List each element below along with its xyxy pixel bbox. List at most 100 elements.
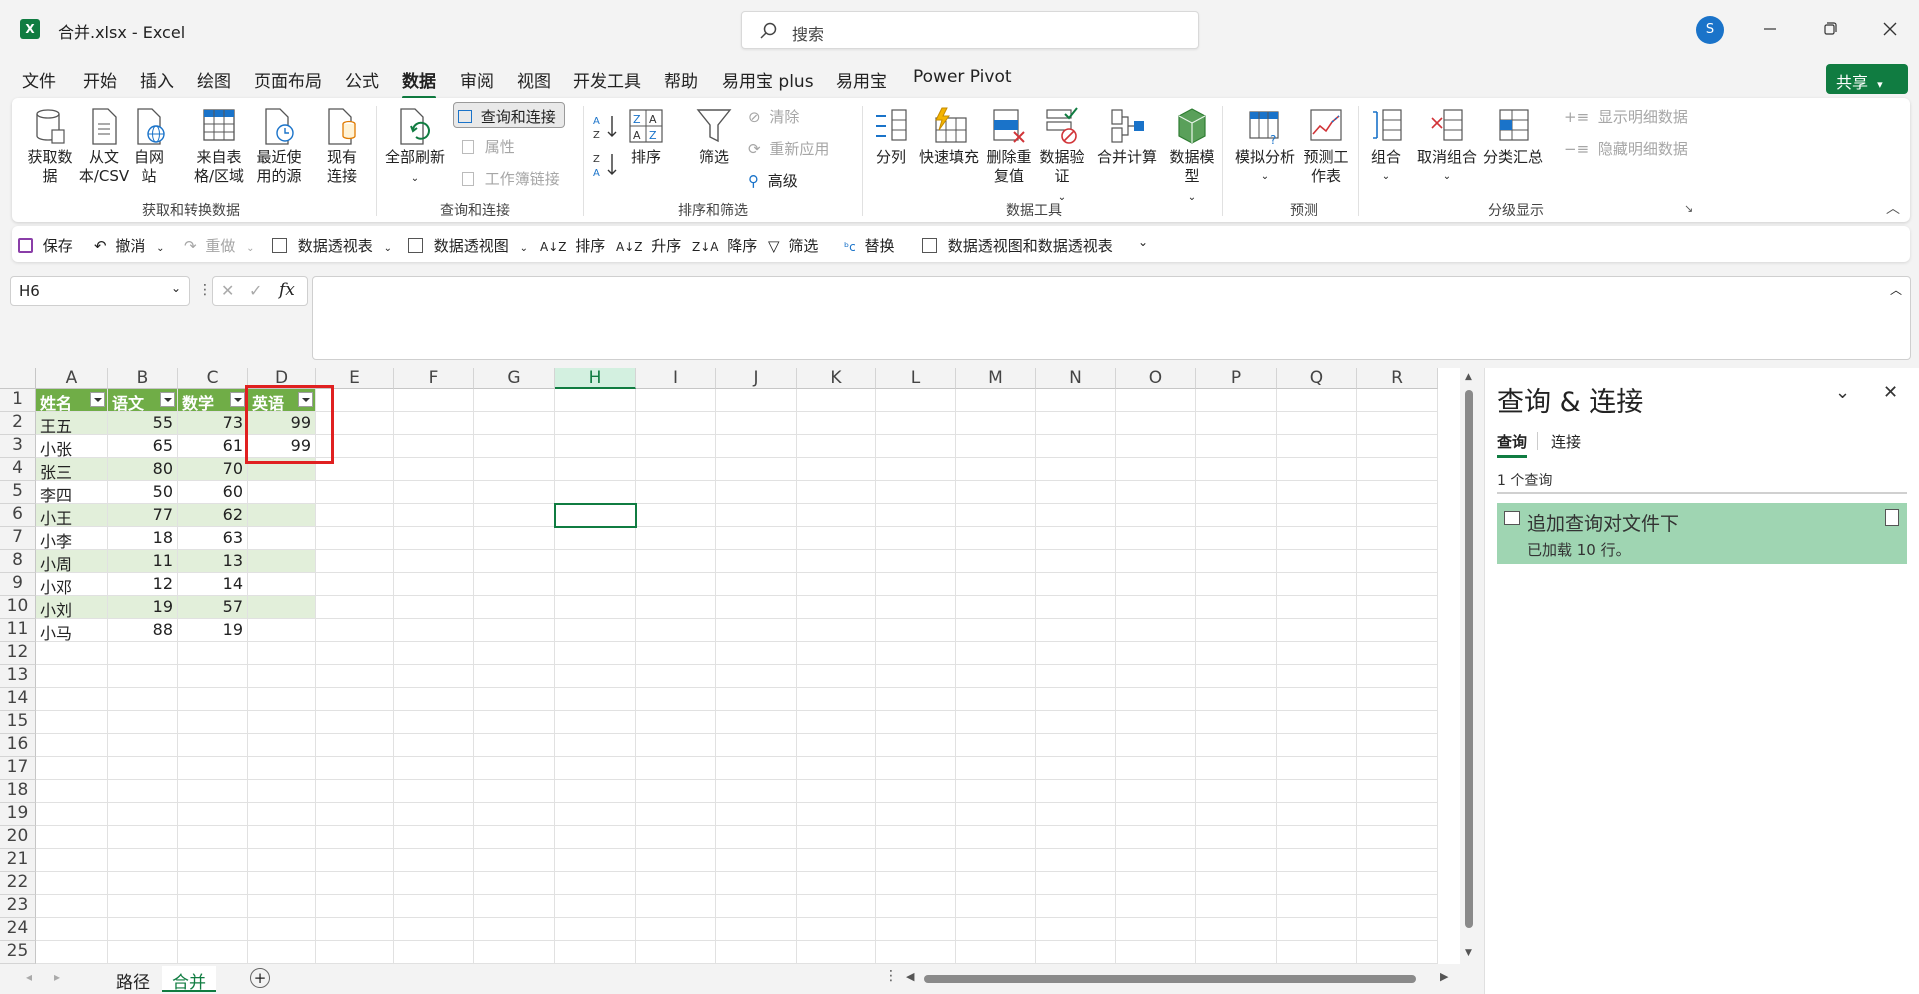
cell[interactable] <box>1036 665 1116 688</box>
column-header-c[interactable]: C <box>178 368 248 389</box>
cell[interactable] <box>1116 642 1196 665</box>
cell[interactable] <box>474 688 555 711</box>
query-refresh-icon[interactable] <box>1885 509 1899 526</box>
cell[interactable] <box>316 711 394 734</box>
cell[interactable] <box>716 918 797 941</box>
row-header[interactable]: 7 <box>0 527 36 550</box>
cell[interactable] <box>178 734 248 757</box>
cell[interactable] <box>1196 665 1277 688</box>
cell[interactable] <box>394 780 474 803</box>
cell[interactable] <box>36 734 108 757</box>
minimize-icon[interactable] <box>1755 14 1785 44</box>
cell[interactable] <box>1036 688 1116 711</box>
cell[interactable] <box>1036 872 1116 895</box>
cell[interactable] <box>248 665 316 688</box>
column-header-q[interactable]: Q <box>1277 368 1357 389</box>
cell[interactable] <box>555 826 636 849</box>
cell[interactable] <box>1196 734 1277 757</box>
cell[interactable] <box>108 642 178 665</box>
cell[interactable] <box>1277 458 1357 481</box>
cell[interactable] <box>716 688 797 711</box>
cell[interactable] <box>36 642 108 665</box>
cell[interactable] <box>316 688 394 711</box>
row-header[interactable]: 20 <box>0 826 36 849</box>
cell[interactable] <box>716 941 797 964</box>
cell[interactable] <box>1116 665 1196 688</box>
cell[interactable] <box>1196 504 1277 527</box>
cell[interactable] <box>956 849 1036 872</box>
cell[interactable] <box>1036 550 1116 573</box>
table-cell[interactable]: 张三 <box>36 458 108 481</box>
cell[interactable] <box>394 550 474 573</box>
active-cell-selection[interactable] <box>554 503 637 528</box>
row-header[interactable]: 24 <box>0 918 36 941</box>
cell[interactable] <box>1277 435 1357 458</box>
cell[interactable] <box>636 550 716 573</box>
cell[interactable] <box>1277 412 1357 435</box>
cell[interactable] <box>394 803 474 826</box>
cell[interactable] <box>876 803 956 826</box>
chevron-down-icon[interactable]: ⌄ <box>1835 382 1850 403</box>
cell[interactable] <box>1357 665 1438 688</box>
cell[interactable] <box>555 412 636 435</box>
cell[interactable] <box>178 780 248 803</box>
cell[interactable] <box>394 389 474 412</box>
cell[interactable] <box>797 481 876 504</box>
cell[interactable] <box>956 389 1036 412</box>
cell[interactable] <box>1036 895 1116 918</box>
tab-connections[interactable]: 连接 <box>1551 431 1581 452</box>
cell[interactable] <box>1116 596 1196 619</box>
cell[interactable] <box>1196 435 1277 458</box>
cell[interactable] <box>876 504 956 527</box>
table-cell[interactable]: 70 <box>178 458 248 481</box>
user-avatar[interactable]: S <box>1696 16 1724 44</box>
cell[interactable] <box>956 757 1036 780</box>
cell[interactable] <box>394 596 474 619</box>
cell[interactable] <box>797 826 876 849</box>
queries-connections-button[interactable]: 查询和连接 <box>453 102 565 128</box>
cell[interactable] <box>394 642 474 665</box>
cell[interactable] <box>1116 826 1196 849</box>
cell[interactable] <box>36 803 108 826</box>
cell[interactable] <box>1357 481 1438 504</box>
tab-file[interactable]: 文件 <box>22 67 56 92</box>
cell[interactable] <box>555 872 636 895</box>
cell[interactable] <box>474 711 555 734</box>
cell[interactable] <box>876 895 956 918</box>
cell[interactable] <box>36 918 108 941</box>
cell[interactable] <box>1036 941 1116 964</box>
table-cell[interactable]: 14 <box>178 573 248 596</box>
cell[interactable] <box>956 550 1036 573</box>
collapse-formula-bar-icon[interactable]: ︿ <box>1890 281 1902 298</box>
cell[interactable] <box>474 849 555 872</box>
cell[interactable] <box>1357 619 1438 642</box>
cell[interactable] <box>108 826 178 849</box>
table-cell[interactable]: 65 <box>108 435 178 458</box>
cell[interactable] <box>1036 780 1116 803</box>
cell[interactable] <box>636 826 716 849</box>
cell[interactable] <box>956 711 1036 734</box>
cell[interactable] <box>1196 918 1277 941</box>
cell[interactable] <box>1277 665 1357 688</box>
cell[interactable] <box>876 596 956 619</box>
from-table-range-button[interactable]: 来自表格/区域 <box>190 106 248 186</box>
cell[interactable] <box>1196 412 1277 435</box>
search-box[interactable]: 搜索 <box>741 11 1199 49</box>
cell[interactable] <box>636 803 716 826</box>
cell[interactable] <box>876 872 956 895</box>
cell[interactable] <box>394 504 474 527</box>
qat-pivot-table-button[interactable]: 数据透视表 ⌄ <box>272 235 392 256</box>
table-header-cell[interactable]: 数学 <box>178 389 248 412</box>
cell[interactable] <box>108 665 178 688</box>
row-header[interactable]: 16 <box>0 734 36 757</box>
cell[interactable] <box>248 803 316 826</box>
cell[interactable] <box>956 642 1036 665</box>
next-sheet-icon[interactable]: ▸ <box>54 970 60 984</box>
cell[interactable] <box>316 596 394 619</box>
cell[interactable] <box>1357 504 1438 527</box>
cell[interactable] <box>316 918 394 941</box>
table-cell[interactable]: 50 <box>108 481 178 504</box>
clear-filter-button[interactable]: ⊘ 清除 <box>748 106 799 127</box>
table-cell[interactable]: 小张 <box>36 435 108 458</box>
cell[interactable] <box>876 918 956 941</box>
